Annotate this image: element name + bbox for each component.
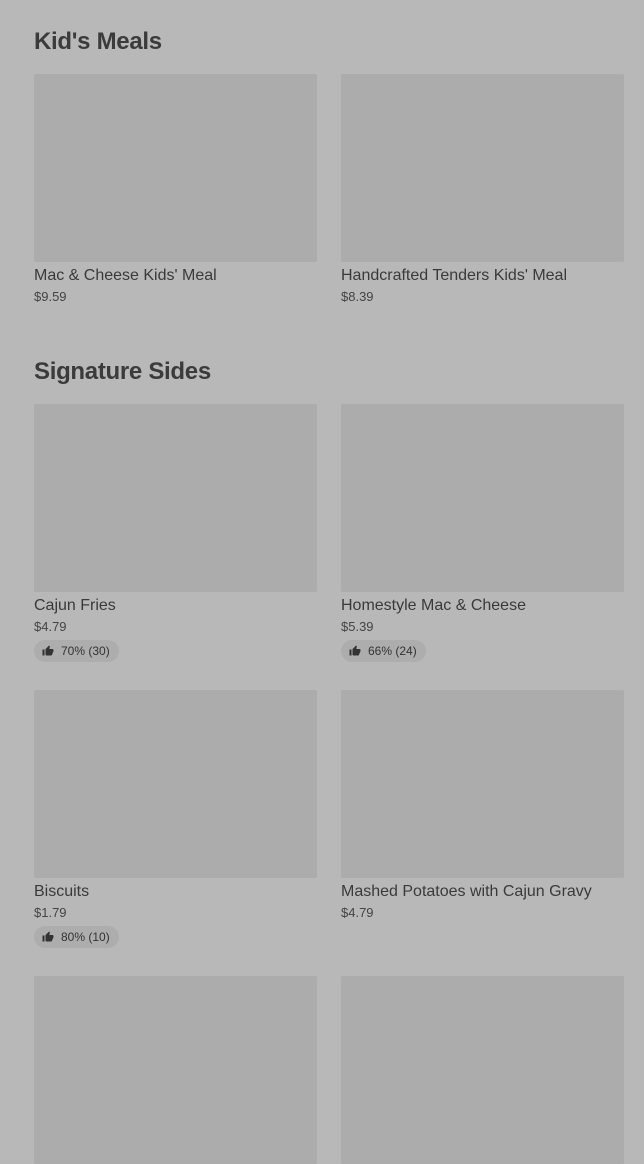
menu-item-image[interactable]: [34, 74, 317, 262]
thumbs-up-icon: [349, 645, 361, 656]
menu-item-card[interactable]: Handcrafted Tenders Kids' Meal $8.39: [341, 74, 624, 305]
thumbs-up-icon: [42, 645, 54, 656]
menu-item-image[interactable]: [34, 976, 317, 1164]
menu-item-card[interactable]: Mac & Cheese Kids' Meal $9.59: [34, 74, 317, 305]
menu-item-name[interactable]: Mac & Cheese Kids' Meal: [34, 266, 317, 286]
rating-badge: 66% (24): [341, 640, 426, 662]
menu-item-image[interactable]: [341, 690, 624, 878]
menu-item-price: $4.79: [34, 619, 67, 634]
menu-item-card[interactable]: [341, 976, 624, 1164]
menu-item-name[interactable]: Handcrafted Tenders Kids' Meal: [341, 266, 624, 286]
menu-item-image[interactable]: [341, 404, 624, 592]
menu-item-image[interactable]: [341, 74, 624, 262]
menu-item-price: $8.39: [341, 289, 374, 304]
menu-item-name[interactable]: Mashed Potatoes with Cajun Gravy: [341, 882, 624, 902]
rating-text: 80% (10): [61, 930, 110, 944]
rating-text: 70% (30): [61, 644, 110, 658]
menu-item-name[interactable]: Homestyle Mac & Cheese: [341, 596, 624, 616]
menu-item-image[interactable]: [34, 690, 317, 878]
menu-item-image[interactable]: [341, 976, 624, 1164]
rating-text: 66% (24): [368, 644, 417, 658]
menu-item-name[interactable]: Cajun Fries: [34, 596, 317, 616]
menu-item-card[interactable]: Cajun Fries $4.79 70% (30): [34, 404, 317, 662]
rating-badge: 80% (10): [34, 926, 119, 948]
menu-item-price: $9.59: [34, 289, 67, 304]
section-title-kids-meals: Kid's Meals: [34, 28, 162, 55]
menu-item-price: $4.79: [341, 905, 374, 920]
menu-item-card[interactable]: Mashed Potatoes with Cajun Gravy $4.79: [341, 690, 624, 921]
menu-item-name[interactable]: Biscuits: [34, 882, 317, 902]
menu-item-image[interactable]: [34, 404, 317, 592]
menu-item-price: $1.79: [34, 905, 67, 920]
menu-item-card[interactable]: Biscuits $1.79 80% (10): [34, 690, 317, 948]
rating-badge: 70% (30): [34, 640, 119, 662]
menu-item-card[interactable]: Homestyle Mac & Cheese $5.39 66% (24): [341, 404, 624, 662]
section-title-signature-sides: Signature Sides: [34, 358, 211, 385]
menu-item-price: $5.39: [341, 619, 374, 634]
thumbs-up-icon: [42, 931, 54, 942]
menu-item-card[interactable]: [34, 976, 317, 1164]
